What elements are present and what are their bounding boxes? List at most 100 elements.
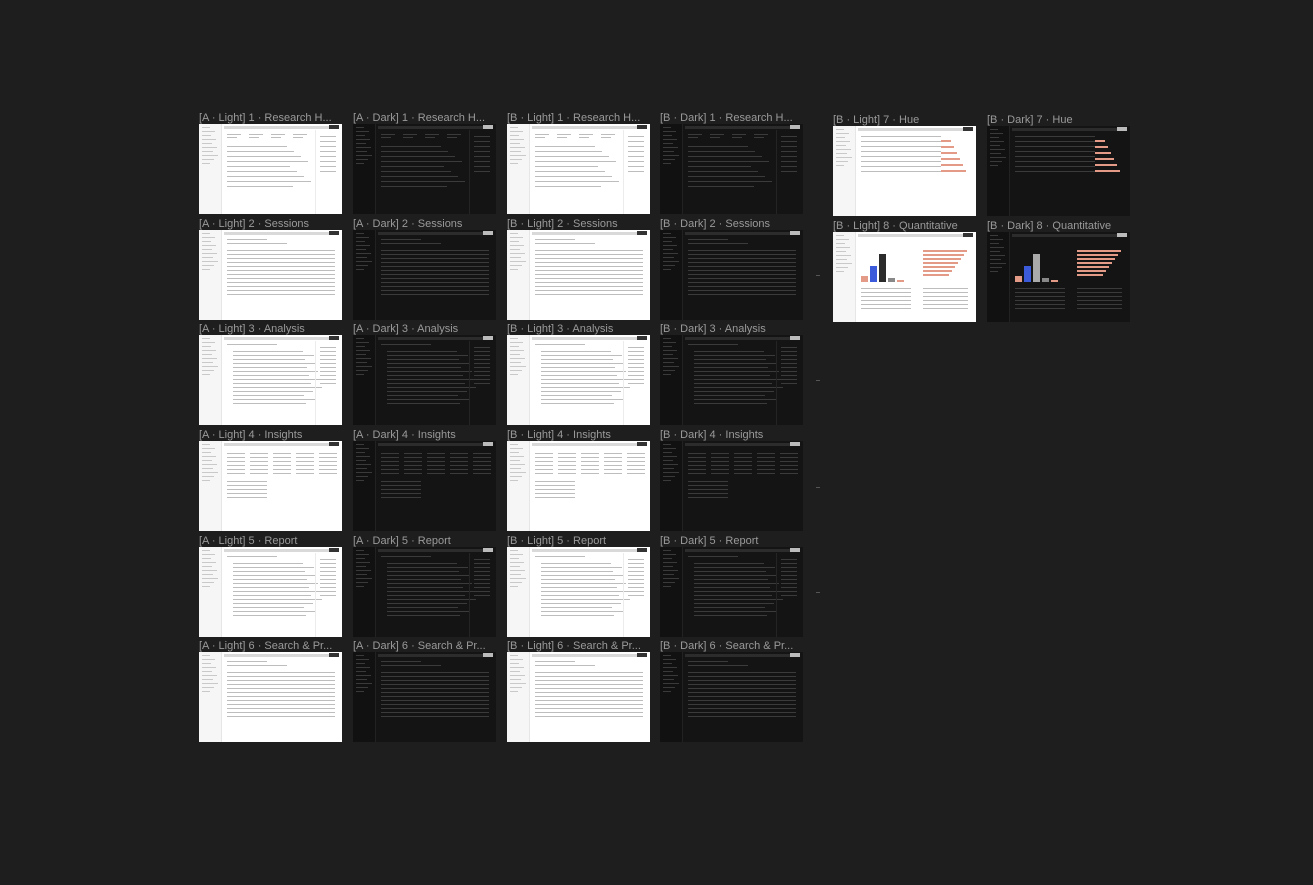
frame-thumbnail[interactable] (660, 124, 803, 214)
text-line (688, 294, 796, 295)
frame-thumbnail[interactable] (660, 441, 803, 531)
frame-label[interactable]: [A · Dark] 3 · Analysis (353, 323, 497, 335)
chart-bar (879, 254, 886, 282)
frame-label[interactable]: [B · Light] 7 · Hue (833, 114, 977, 126)
frame-thumbnail[interactable] (507, 652, 650, 742)
frame-thumbnail[interactable] (199, 230, 342, 320)
frame-thumbnail[interactable] (833, 232, 976, 322)
frame-header (858, 234, 973, 237)
text-line (227, 680, 335, 681)
text-line (474, 156, 490, 157)
frame-thumbnail[interactable] (833, 126, 976, 216)
frame-thumbnail[interactable] (507, 441, 650, 531)
frame-label[interactable]: [B · Light] 5 · Report (507, 535, 651, 547)
text-line (293, 134, 307, 135)
text-line (320, 591, 336, 592)
frame-primary-button (483, 231, 493, 235)
frame-thumbnail[interactable] (987, 126, 1130, 216)
frame-label[interactable]: [A · Light] 6 · Search & Pr... (199, 640, 343, 652)
frame-sidebar (199, 335, 222, 425)
frame-thumbnail[interactable] (660, 335, 803, 425)
text-line (781, 371, 797, 372)
frame-label[interactable]: [B · Dark] 7 · Hue (987, 114, 1131, 126)
frame-thumbnail[interactable] (507, 547, 650, 637)
frame-thumbnail[interactable] (353, 230, 496, 320)
frame-thumbnail[interactable] (353, 335, 496, 425)
frame-label[interactable]: [B · Light] 2 · Sessions (507, 218, 651, 230)
frame-thumbnail[interactable] (353, 441, 496, 531)
frame-label[interactable]: [A · Light] 3 · Analysis (199, 323, 343, 335)
text-line (227, 465, 245, 466)
text-line (558, 473, 576, 474)
text-line (535, 704, 643, 705)
frame-thumbnail[interactable] (507, 335, 650, 425)
frame-right-panel (315, 130, 342, 214)
frame-label[interactable]: [B · Light] 4 · Insights (507, 429, 651, 441)
frame-thumbnail[interactable] (660, 230, 803, 320)
frame-thumbnail[interactable] (353, 547, 496, 637)
text-line (227, 493, 267, 494)
text-line (320, 575, 336, 576)
text-line (1015, 292, 1065, 293)
frame-label[interactable]: [B · Dark] 6 · Search & Pr... (660, 640, 804, 652)
frame-label[interactable]: [A · Light] 5 · Report (199, 535, 343, 547)
canvas: { "canvas": { "background": "#1e1e1e", "… (0, 0, 1313, 885)
text-line (320, 563, 336, 564)
frame-sidebar (199, 441, 222, 531)
frame-label[interactable]: [B · Dark] 3 · Analysis (660, 323, 804, 335)
frame-label[interactable]: [B · Light] 1 · Research H... (507, 112, 651, 124)
frame-thumbnail[interactable] (353, 124, 496, 214)
text-line (1015, 151, 1095, 152)
text-line (781, 359, 797, 360)
text-line (688, 137, 698, 138)
frame-label[interactable]: [B · Dark] 2 · Sessions (660, 218, 804, 230)
frame-thumbnail[interactable] (987, 232, 1130, 322)
frame-thumbnail[interactable] (507, 124, 650, 214)
frame-header (378, 232, 493, 235)
text-line (381, 266, 489, 267)
frame-thumbnail[interactable] (199, 652, 342, 742)
text-line (387, 379, 474, 380)
frame-header (685, 443, 800, 446)
frame-label[interactable]: [A · Light] 4 · Insights (199, 429, 343, 441)
text-line (473, 461, 491, 462)
frame-thumbnail[interactable] (199, 441, 342, 531)
frame-thumbnail[interactable] (660, 547, 803, 637)
text-line (535, 186, 601, 187)
frame-label[interactable]: [A · Dark] 6 · Search & Pr... (353, 640, 497, 652)
frame-label[interactable]: [B · Dark] 1 · Research H... (660, 112, 804, 124)
text-line (381, 665, 441, 666)
text-line (535, 493, 575, 494)
frame-label[interactable]: [B · Light] 8 · Quantitative (833, 220, 977, 232)
frame-label[interactable]: [A · Dark] 5 · Report (353, 535, 497, 547)
frame-label[interactable]: [A · Dark] 4 · Insights (353, 429, 497, 441)
frame-label[interactable]: [B · Dark] 8 · Quantitative (987, 220, 1131, 232)
frame-label[interactable]: [B · Light] 3 · Analysis (507, 323, 651, 335)
frame-label[interactable]: [B · Dark] 4 · Insights (660, 429, 804, 441)
frame-label[interactable]: [A · Light] 2 · Sessions (199, 218, 343, 230)
text-line (320, 161, 336, 162)
text-line (781, 355, 797, 356)
frame-thumbnail[interactable] (353, 652, 496, 742)
connector-marker (816, 592, 820, 593)
text-line (227, 274, 335, 275)
frame-label[interactable]: [A · Dark] 2 · Sessions (353, 218, 497, 230)
frame-thumbnail[interactable] (199, 124, 342, 214)
frame-thumbnail[interactable] (199, 547, 342, 637)
text-line (541, 567, 622, 568)
text-line (474, 351, 490, 352)
frame-label[interactable]: [A · Dark] 1 · Research H... (353, 112, 497, 124)
text-line (535, 661, 575, 662)
frame-thumbnail[interactable] (507, 230, 650, 320)
text-line (711, 461, 729, 462)
text-line (558, 465, 576, 466)
frame-label[interactable]: [B · Dark] 5 · Report (660, 535, 804, 547)
frame-label[interactable]: [B · Light] 6 · Search & Pr... (507, 640, 651, 652)
frame-thumbnail[interactable] (660, 652, 803, 742)
text-line (227, 181, 311, 182)
frame-header (378, 443, 493, 446)
text-line (535, 262, 643, 263)
frame-thumbnail[interactable] (199, 335, 342, 425)
frame-label[interactable]: [A · Light] 1 · Research H... (199, 112, 343, 124)
text-line (601, 137, 611, 138)
